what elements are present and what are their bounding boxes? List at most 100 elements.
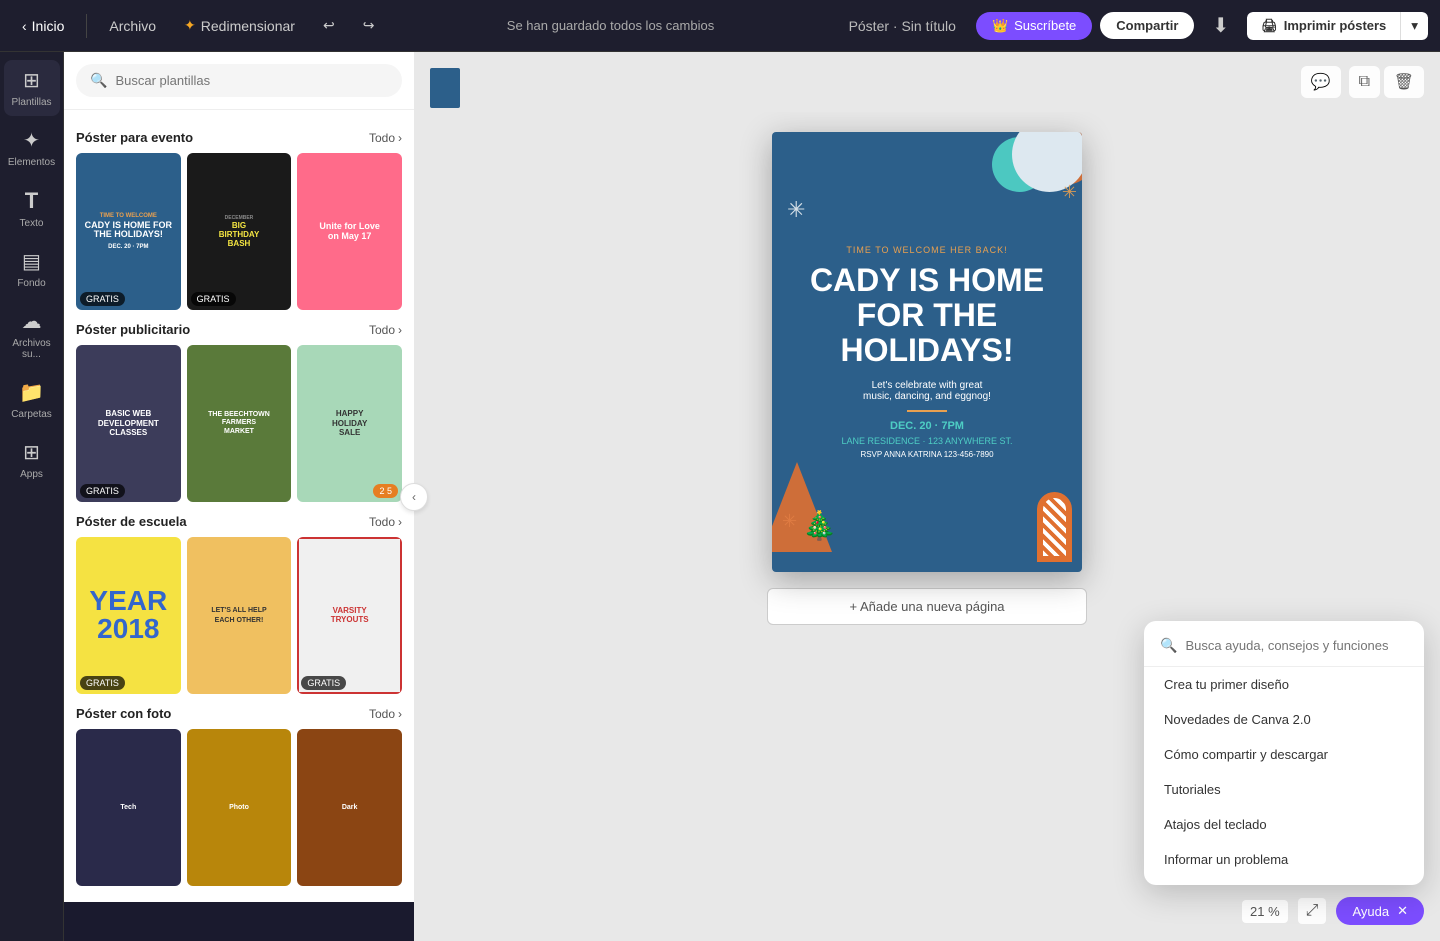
template-item-5[interactable]: THE BEECHTOWNFARMERSMARKET [187,345,292,502]
template-badge-2: GRATIS [191,292,236,306]
section-header-escuela: Póster de escuela Todo › [76,514,402,529]
file-menu-button[interactable]: Archivo [99,14,166,38]
topbar: ‹ Inicio Archivo ✦ Redimensionar ↩ ↪ Se … [0,0,1440,52]
share-button[interactable]: Compartir [1100,12,1194,39]
help-item-4[interactable]: Tutoriales [1144,772,1424,807]
redo-button[interactable]: ↪ [353,13,385,38]
canvas-top-toolbar: 💬 ⧉ [1301,66,1380,98]
sidebar-item-apps[interactable]: ⊞ Apps [4,432,60,488]
main-layout: ⊞ Plantillas ✦ Elementos T Texto ▤ Fondo… [0,52,1440,941]
poster-divider [907,410,947,412]
help-item-6[interactable]: Informar un problema [1144,842,1424,877]
chevron-right-icon-evento: › [398,131,402,145]
chevron-right-icon-publicitario: › [398,323,402,337]
help-search-icon: 🔍 [1160,637,1177,654]
sidebar-item-archivos[interactable]: ☁ Archivos su... [4,301,60,368]
help-item-2[interactable]: Novedades de Canva 2.0 [1144,702,1424,737]
poster-canvas[interactable]: ✳ ✳ ✳ 🎄 TIME TO WELCOME HER BACK! CADY I… [772,132,1082,572]
document-title: Póster · Sin título [849,18,956,34]
help-search-input[interactable] [1185,638,1408,653]
sidebar-item-texto[interactable]: T Texto [4,180,60,237]
section-all-escuela[interactable]: Todo › [369,515,402,529]
sidebar-item-carpetas[interactable]: 📁 Carpetas [4,372,60,428]
template-item-6[interactable]: HAPPYHOLIDAYSALE 2 5 [297,345,402,502]
zoom-level: 21 % [1242,900,1288,923]
subscribe-label: Suscríbete [1014,18,1076,33]
undo-icon: ↩ [323,17,335,34]
section-all-label-foto: Todo [369,707,395,721]
sidebar-item-label-texto: Texto [20,218,44,229]
archivos-icon: ☁ [22,309,42,334]
print-button[interactable]: 🖨 Imprimir pósters [1247,12,1400,40]
help-item-5[interactable]: Atajos del teclado [1144,807,1424,842]
template-item-9[interactable]: VARSITYTRYOUTS GRATIS [297,537,402,694]
template-badge-4: GRATIS [80,484,125,498]
panel-search-area: 🔍 [64,52,414,110]
download-icon: ⬇ [1212,15,1229,37]
bottom-bar: 21 % ⤢ Ayuda ✕ [1242,897,1424,925]
deco-tree: 🎄 [802,509,837,542]
trash-button[interactable]: 🗑 [1384,66,1424,98]
download-button[interactable]: ⬇ [1202,9,1239,42]
poster-title-line3: HOLIDAYS! [840,332,1013,368]
sidebar-item-fondo[interactable]: ▤ Fondo [4,241,60,297]
help-item-3[interactable]: Cómo compartir y descargar [1144,737,1424,772]
elementos-icon: ✦ [23,128,40,153]
template-badge-7: GRATIS [80,676,125,690]
template-item-2[interactable]: DECEMBER BIGBIRTHDAYBASH GRATIS [187,153,292,310]
add-page-label: + Añade una nueva página [849,599,1004,614]
template-item-7[interactable]: YEAR 2018 GRATIS [76,537,181,694]
comment-button[interactable]: 💬 [1301,66,1341,98]
template-item-12[interactable]: Dark [297,729,402,886]
subscribe-button[interactable]: 👑 Suscríbete [976,12,1092,40]
template-item-11[interactable]: Photo [187,729,292,886]
help-button[interactable]: Ayuda ✕ [1336,897,1424,925]
sidebar: ⊞ Plantillas ✦ Elementos T Texto ▤ Fondo… [0,52,64,941]
template-item-4[interactable]: BASIC WEBDEVELOPMENTCLASSES GRATIS [76,345,181,502]
print-arrow-icon: ▾ [1411,18,1418,33]
help-dropdown: 🔍 Crea tu primer diseño Novedades de Can… [1144,621,1424,885]
panel-content: Póster para evento Todo › TIME TO WELCOM… [64,110,414,902]
resize-icon: ✦ [184,17,196,34]
template-item-1[interactable]: TIME TO WELCOME CADY IS HOME FOR THE HOL… [76,153,181,310]
redo-icon: ↪ [363,17,375,34]
poster-tag: TIME TO WELCOME HER BACK! [810,245,1044,255]
deco-candy [1037,492,1072,562]
template-item-3[interactable]: Unite for Loveon May 17 [297,153,402,310]
panel-collapse-button[interactable]: ‹ [400,483,428,511]
poster-date: DEC. 20 · 7PM [810,420,1044,432]
undo-button[interactable]: ↩ [313,13,345,38]
section-all-evento[interactable]: Todo › [369,131,402,145]
template-item-8[interactable]: LET'S ALL HELPEACH OTHER! [187,537,292,694]
add-page-button[interactable]: + Añade una nueva página [767,588,1087,625]
section-all-publicitario[interactable]: Todo › [369,323,402,337]
templates-grid-escuela: YEAR 2018 GRATIS LET'S ALL HELPEACH OTHE… [76,537,402,694]
help-search-area: 🔍 [1144,629,1424,667]
print-label: Imprimir pósters [1284,18,1387,33]
sidebar-item-plantillas[interactable]: ⊞ Plantillas [4,60,60,116]
texto-icon: T [25,188,38,214]
sidebar-item-label-fondo: Fondo [17,278,45,289]
poster-title-line2: FOR THE [857,297,997,333]
templates-grid-foto: Tech Photo Dark [76,729,402,886]
chevron-right-icon-foto: › [398,707,402,721]
section-all-foto[interactable]: Todo › [369,707,402,721]
deco-star-left: ✳ [787,197,805,223]
back-button[interactable]: ‹ Inicio [12,14,74,38]
sidebar-item-elementos[interactable]: ✦ Elementos [4,120,60,176]
search-input[interactable] [115,73,388,88]
page-indicator [430,68,460,108]
zoom-expand-button[interactable]: ⤢ [1298,898,1327,924]
share-label: Compartir [1116,18,1178,33]
template-item-10[interactable]: Tech [76,729,181,886]
duplicate-page-button[interactable]: ⧉ [1349,66,1380,98]
crown-icon: 👑 [992,18,1008,34]
section-all-label-evento: Todo [369,131,395,145]
trash-icon: 🗑 [1394,74,1414,91]
help-item-1[interactable]: Crea tu primer diseño [1144,667,1424,702]
back-chevron-icon: ‹ [22,18,27,34]
resize-label: Redimensionar [201,18,295,34]
print-dropdown-button[interactable]: ▾ [1400,12,1428,40]
resize-button[interactable]: ✦ Redimensionar [174,13,305,38]
file-label: Archivo [109,18,156,34]
